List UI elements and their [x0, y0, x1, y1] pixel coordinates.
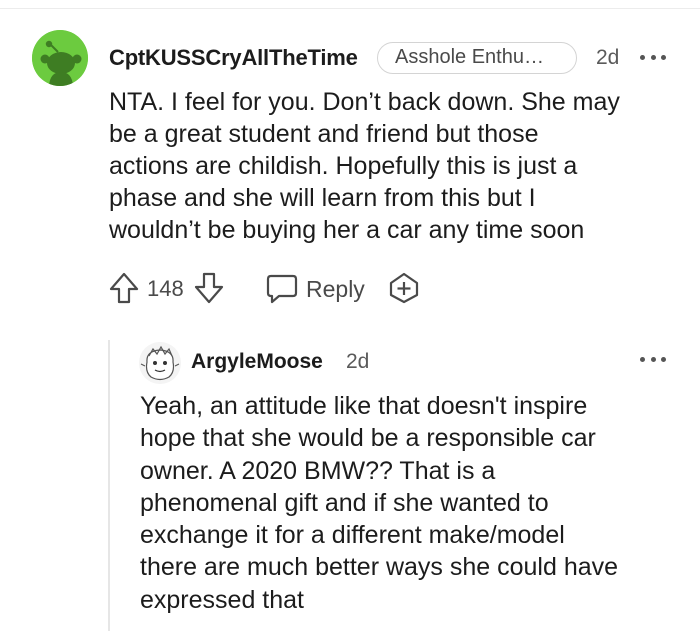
reply-timestamp: 2d [346, 350, 370, 373]
comment-body-line: be a great student and friend but those [109, 120, 539, 148]
reply-body: Yeah, an attitude like that doesn't insp… [140, 390, 680, 616]
more-options-icon[interactable] [640, 352, 666, 366]
reply-body-line: exchange it for a different make/model [140, 521, 565, 550]
reply-button[interactable]: Reply [306, 276, 365, 303]
reply-body-line: there are much better ways she could hav… [140, 553, 619, 582]
comment-body-line: phase and she will learn from this but I [109, 184, 536, 212]
reply-body-line: phenomenal gift and if she wanted to [140, 488, 549, 517]
vote-count: 148 [147, 276, 184, 301]
comment-body-line: actions are childish. Hopefully this is … [109, 152, 578, 180]
award-plus-icon[interactable] [387, 271, 421, 305]
reply-body-line: owner. A 2020 BMW?? That is a [140, 456, 496, 485]
sketch-avatar-icon[interactable] [139, 342, 181, 384]
comment-body-line: NTA. I feel for you. Don’t back down. Sh… [109, 88, 620, 116]
downvote-arrow-icon[interactable] [193, 271, 225, 305]
user-flair: Asshole Enthu… [377, 42, 577, 74]
reply-body-line: Yeah, an attitude like that doesn't insp… [140, 392, 588, 420]
thread-line[interactable] [108, 340, 110, 631]
comment-body: NTA. I feel for you. Don’t back down. Sh… [109, 86, 669, 246]
reply-author[interactable]: ArgyleMoose [191, 350, 323, 374]
more-options-icon[interactable] [640, 50, 666, 64]
reply-body-line: expressed that [140, 585, 304, 614]
comment-timestamp: 2d [596, 46, 620, 69]
upvote-arrow-icon[interactable] [108, 271, 140, 305]
comment-body-line: wouldn’t be buying her a car any time so… [109, 216, 585, 244]
speech-bubble-icon[interactable] [265, 273, 299, 305]
comment: CptKUSSCryAllTheTime Asshole Enthu… 2d N… [0, 0, 700, 631]
comment-author[interactable]: CptKUSSCryAllTheTime [109, 45, 358, 71]
snoo-avatar-icon[interactable] [32, 30, 88, 86]
reply-body-line: hope that she would be a responsible car [140, 424, 596, 453]
